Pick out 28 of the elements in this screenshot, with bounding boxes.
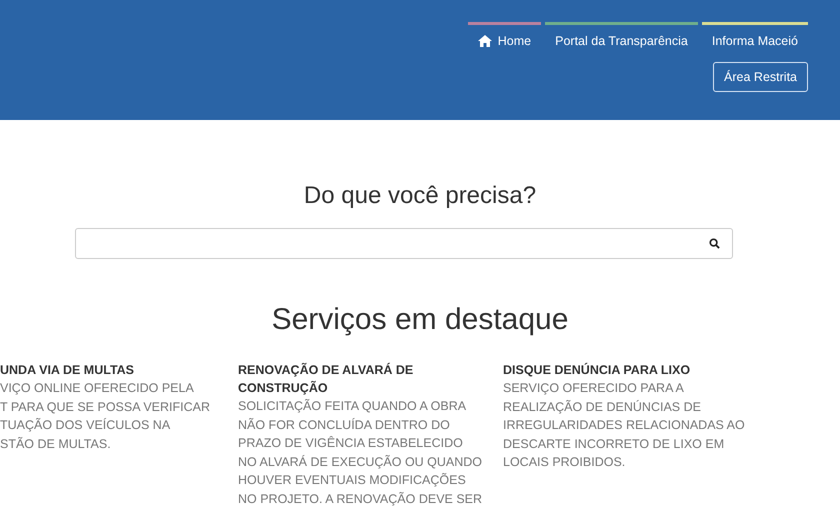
service-description: IRREGULARIDADES RELACIONADAS AO [503,417,745,434]
service-description: SERVIÇO OFERECIDO PARA A [503,380,685,397]
service-description: TUAÇÃO DOS VEÍCULOS NA [0,417,172,434]
search-heading: Do que você precisa? [302,182,538,210]
service-description: T PARA QUE SE POSSA VERIFICAR [0,398,212,416]
service-title[interactable]: DISQUE DENÚNCIA PARA LIXO [503,361,745,379]
nav-link[interactable]: Home [468,25,542,48]
service-description: NÃO FOR CONCLUÍDA DENTRO DO [238,416,451,434]
service-description: HOUVER EVENTUAIS MODIFICAÇÕES [238,472,467,489]
service-title[interactable]: RENOVAÇÃO DE ALVARÁ DE [238,361,503,379]
service-title[interactable]: UNDA VIA DE MULTAS [0,361,238,379]
service-description: NO ALVARÁ DE EXECUÇÃO OU QUANDO [238,454,484,471]
service-description: DESCARTE INCORRETO DE LIXO EM [503,436,726,452]
service-title[interactable]: CONSTRUÇÃO [238,379,503,397]
service-description: NO PROJETO. A RENOVAÇÃO DEVE SER [238,490,484,508]
home-icon [478,35,492,47]
service-description: STÃO DE MULTAS. [0,436,112,452]
search-field[interactable] [75,228,733,259]
service-description: VIÇO ONLINE OFERECIDO PELA [0,380,195,397]
service-description: PRAZO DE VIGÊNCIA ESTABELECIDO [238,435,464,452]
search-icon [709,238,720,249]
service-description: SOLICITAÇÃO FEITA QUANDO A OBRA [238,398,468,415]
nav-link[interactable]: Portal da Transparência [545,25,698,48]
nav-link[interactable]: Informa Maceió [702,25,808,48]
service-description: LOCAIS PROIBIDOS. [503,454,626,471]
restricted-area-button[interactable]: Área Restrita [713,62,808,92]
service-description: REALIZAÇÃO DE DENÚNCIAS DE [503,398,702,416]
section-heading: Serviços em destaque [270,303,570,337]
